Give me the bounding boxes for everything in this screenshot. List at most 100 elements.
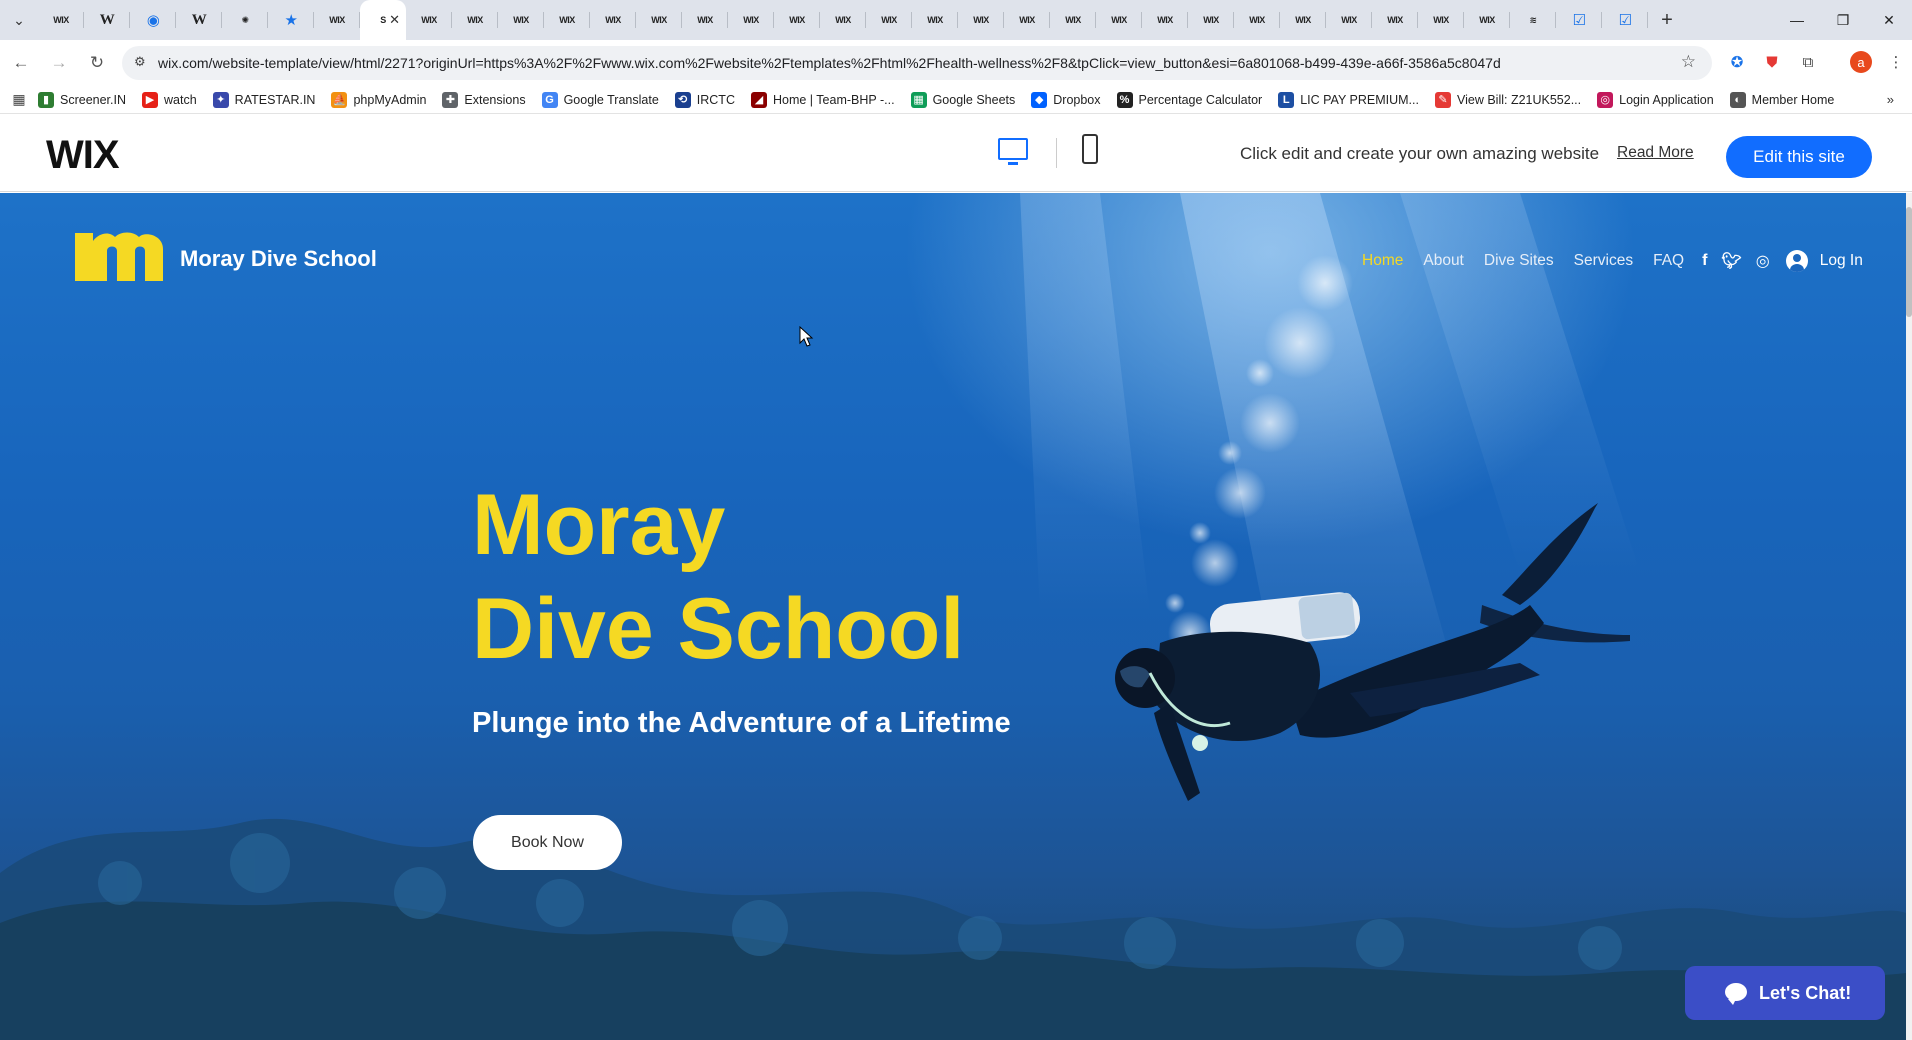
bookmark-favicon-icon: ◆	[1031, 91, 1048, 108]
mobile-view-icon[interactable]	[1082, 134, 1098, 164]
nav-faq[interactable]: FAQ	[1653, 252, 1684, 270]
bookmark-favicon-icon: ◢	[750, 91, 767, 108]
forward-button[interactable]: →	[42, 46, 76, 80]
bookmark-item[interactable]: ⛵ phpMyAdmin	[331, 91, 426, 108]
scrollbar-thumb[interactable]	[1906, 207, 1912, 317]
bookmark-item[interactable]: L LIC PAY PREMIUM...	[1278, 91, 1419, 108]
wix-favicon-icon: WIX	[605, 15, 621, 25]
instagram-icon[interactable]: ◎	[1756, 251, 1770, 271]
browser-tab[interactable]: WIX	[1142, 0, 1188, 40]
site-info-icon[interactable]: ⚙	[134, 54, 146, 70]
restore-icon[interactable]: ❐	[1820, 0, 1866, 40]
facebook-icon[interactable]: f	[1702, 252, 1707, 270]
desktop-view-icon[interactable]	[998, 138, 1028, 165]
browser-tab[interactable]: WIX	[866, 0, 912, 40]
chat-bubble-icon	[1725, 983, 1747, 1005]
bookmark-item[interactable]: ▮ Screener.IN	[38, 91, 126, 108]
bookmark-item[interactable]: ▶ watch	[142, 91, 197, 108]
new-tab-button[interactable]: +	[1648, 0, 1686, 40]
browser-tab[interactable]: WIX	[1050, 0, 1096, 40]
more-bookmarks-icon[interactable]: »	[1887, 92, 1894, 107]
bookmark-item[interactable]: ✦ RATESTAR.IN	[212, 91, 315, 108]
minimize-icon[interactable]: —	[1774, 0, 1820, 40]
extension-globe-icon[interactable]: ✪	[1725, 50, 1749, 74]
bookmark-item[interactable]: ▦ Google Sheets	[910, 91, 1015, 108]
bookmark-favicon-icon: ✎	[1434, 91, 1451, 108]
twitter-icon[interactable]: 🐦︎	[1721, 251, 1741, 271]
browser-tab[interactable]: WIX	[1188, 0, 1234, 40]
wix-favicon-icon: WIX	[467, 15, 483, 25]
browser-tab[interactable]: WIX	[728, 0, 774, 40]
browser-tab[interactable]: WIX	[406, 0, 452, 40]
browser-tab[interactable]: WIX	[1004, 0, 1050, 40]
bookmark-item[interactable]: ◐ Member Home	[1729, 91, 1834, 108]
browser-tab[interactable]: WIX	[1464, 0, 1510, 40]
browser-tab[interactable]: WIX	[452, 0, 498, 40]
browser-tab[interactable]: W	[84, 0, 130, 40]
site-name[interactable]: Moray Dive School	[180, 246, 377, 272]
bookmark-item[interactable]: % Percentage Calculator	[1116, 91, 1262, 108]
edit-this-site-button[interactable]: Edit this site	[1726, 136, 1872, 178]
extensions-puzzle-icon[interactable]: ⧉	[1796, 50, 1820, 74]
browser-tab[interactable]: WIX	[498, 0, 544, 40]
browser-tab[interactable]: WIX	[38, 0, 84, 40]
nav-dive-sites[interactable]: Dive Sites	[1484, 252, 1554, 270]
apps-grid-icon[interactable]: ▦	[0, 91, 38, 108]
bookmark-favicon-icon: ▶	[142, 91, 159, 108]
browser-tab[interactable]: ★	[268, 0, 314, 40]
browser-tab[interactable]: WIX	[314, 0, 360, 40]
bookmark-favicon-icon: L	[1278, 91, 1295, 108]
book-now-button[interactable]: Book Now	[473, 815, 622, 870]
bookmark-item[interactable]: ⟲ IRCTC	[674, 91, 735, 108]
back-button[interactable]: ←	[4, 46, 38, 80]
lets-chat-button[interactable]: Let's Chat!	[1685, 966, 1885, 1020]
browser-tab[interactable]: WIX	[1234, 0, 1280, 40]
browser-tab[interactable]: WIX	[1326, 0, 1372, 40]
tab-search-chevron-icon[interactable]: ⌄	[0, 0, 38, 40]
browser-tab[interactable]: W	[176, 0, 222, 40]
browser-tab[interactable]: WIX	[590, 0, 636, 40]
read-more-link[interactable]: Read More	[1617, 144, 1694, 162]
bookmark-item[interactable]: ✎ View Bill: Z21UK552...	[1434, 91, 1581, 108]
wix-favicon-icon: WIX	[329, 15, 345, 25]
nav-home[interactable]: Home	[1362, 252, 1403, 270]
browser-tab[interactable]: S ✕	[360, 0, 406, 40]
bookmark-item[interactable]: ◎ Login Application	[1597, 91, 1714, 108]
bookmark-item[interactable]: ◢ Home | Team-BHP -...	[750, 91, 895, 108]
close-tab-icon[interactable]: ✕	[389, 12, 400, 28]
wix-favicon-icon: WIX	[1387, 15, 1403, 25]
wix-logo[interactable]: WIX	[46, 133, 120, 178]
browser-tab[interactable]: ☑	[1556, 0, 1602, 40]
browser-tab[interactable]: ✺	[222, 0, 268, 40]
moray-logo-icon[interactable]	[75, 231, 163, 281]
profile-avatar[interactable]: a	[1850, 51, 1872, 73]
browser-tab[interactable]: WIX	[1372, 0, 1418, 40]
browser-tab[interactable]: ☑	[1602, 0, 1648, 40]
browser-tab[interactable]: WIX	[1280, 0, 1326, 40]
browser-tab[interactable]: WIX	[1418, 0, 1464, 40]
reload-button[interactable]: ↻	[80, 46, 114, 80]
url-text[interactable]: wix.com/website-template/view/html/2271?…	[158, 55, 1638, 71]
login-button[interactable]: Log In	[1785, 250, 1863, 272]
browser-tab[interactable]: WIX	[820, 0, 866, 40]
browser-tab[interactable]: WIX	[544, 0, 590, 40]
browser-menu-icon[interactable]: ⋮	[1884, 50, 1908, 74]
nav-services[interactable]: Services	[1574, 252, 1633, 270]
bookmark-item[interactable]: ✚ Extensions	[442, 91, 526, 108]
browser-tab[interactable]: WIX	[958, 0, 1004, 40]
bookmark-item[interactable]: ◆ Dropbox	[1031, 91, 1101, 108]
browser-tab[interactable]: WIX	[1096, 0, 1142, 40]
browser-tab[interactable]: WIX	[682, 0, 728, 40]
bookmark-item[interactable]: G Google Translate	[541, 91, 659, 108]
nav-about[interactable]: About	[1423, 252, 1464, 270]
address-bar[interactable]: ⚙ wix.com/website-template/view/html/227…	[122, 46, 1712, 80]
close-window-icon[interactable]: ✕	[1866, 0, 1912, 40]
browser-tab[interactable]: WIX	[912, 0, 958, 40]
extension-shield-icon[interactable]: ⛊	[1760, 50, 1784, 74]
bookmark-star-icon[interactable]: ☆	[1681, 52, 1696, 72]
browser-tab[interactable]: ≋	[1510, 0, 1556, 40]
browser-tab[interactable]: ◉	[130, 0, 176, 40]
browser-tab[interactable]: WIX	[636, 0, 682, 40]
browser-tab[interactable]: WIX	[774, 0, 820, 40]
page-scrollbar[interactable]	[1906, 193, 1912, 1040]
